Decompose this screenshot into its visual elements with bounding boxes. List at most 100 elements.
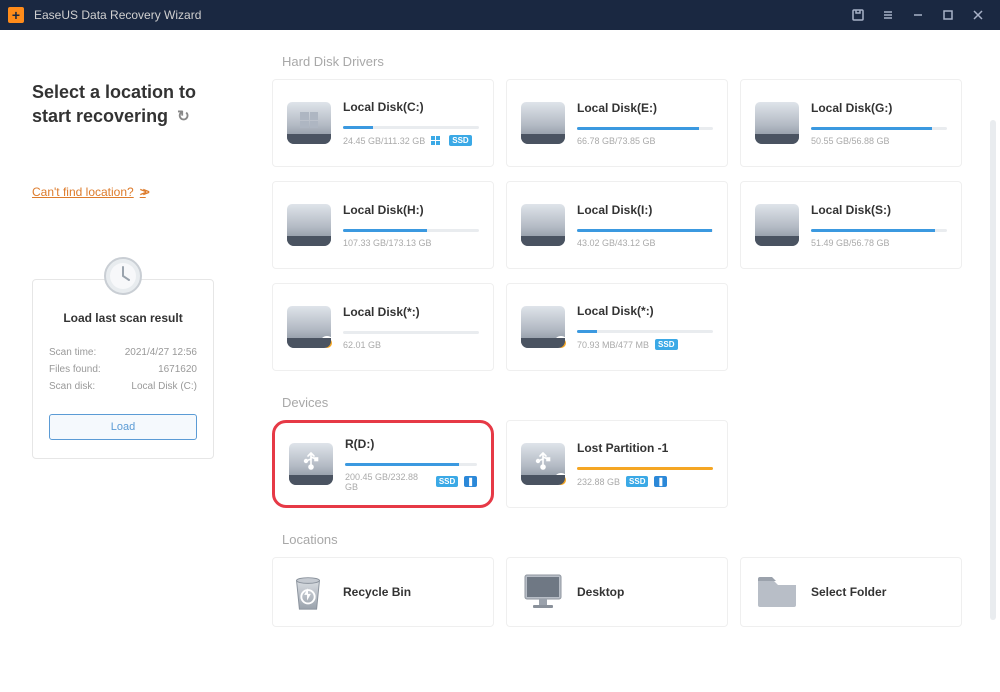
drive-size: 107.33 GB/173.13 GB: [343, 238, 432, 248]
load-row-value: 1671620: [158, 364, 197, 375]
maximize-icon[interactable]: [934, 3, 962, 27]
drive-name: Lost Partition -1: [577, 441, 713, 455]
scrollbar[interactable]: [990, 120, 996, 620]
section-title-drives: Hard Disk Drivers: [282, 54, 990, 69]
refresh-icon[interactable]: ↻: [177, 107, 190, 127]
drive-size: 70.93 MB/477 MB: [577, 340, 649, 350]
ext-badge: ❚: [654, 476, 667, 487]
hard-disk-icon: [521, 102, 565, 144]
load-row: Scan time: 2021/4/27 12:56: [49, 347, 197, 358]
drive-size: 24.45 GB/111.32 GB: [343, 136, 425, 146]
load-row: Files found: 1671620: [49, 364, 197, 375]
usage-bar: [343, 331, 479, 334]
location-tile[interactable]: Select Folder: [740, 557, 962, 627]
ssd-badge: SSD: [436, 476, 458, 487]
ssd-badge: SSD: [655, 339, 677, 350]
location-tile[interactable]: Recycle Bin: [272, 557, 494, 627]
menu-icon[interactable]: [874, 3, 902, 27]
drive-size: 51.49 GB/56.78 GB: [811, 238, 890, 248]
bin-icon: [287, 571, 331, 613]
drive-tile[interactable]: Local Disk(G:) 50.55 GB/56.88 GB: [740, 79, 962, 167]
usage-bar: [577, 229, 713, 232]
load-row-label: Files found:: [49, 364, 101, 375]
chevron-right-icon: >>: [140, 185, 146, 199]
drive-size: 66.78 GB/73.85 GB: [577, 136, 656, 146]
drive-size: 200.45 GB/232.88 GB: [345, 472, 430, 492]
content-area: Hard Disk Drivers Local Disk(C:) 24.45 G…: [256, 30, 1000, 692]
load-row-value: 2021/4/27 12:56: [125, 347, 197, 358]
location-name: Select Folder: [811, 585, 947, 599]
usage-bar: [343, 229, 479, 232]
sidebar: Select a location to start recovering ↻ …: [0, 30, 256, 692]
drive-name: Local Disk(E:): [577, 101, 713, 115]
drive-tile[interactable]: Lost Partition -1 232.88 GB SSD ❚: [506, 420, 728, 508]
clock-icon: [103, 256, 143, 296]
drive-tile[interactable]: Local Disk(*:) 62.01 GB: [272, 283, 494, 371]
drive-name: Local Disk(G:): [811, 101, 947, 115]
page-title: Select a location to start recovering ↻: [32, 80, 226, 129]
section-title-locations: Locations: [282, 532, 990, 547]
warning-badge-icon: [554, 473, 568, 487]
desk-icon: [521, 571, 565, 613]
save-icon[interactable]: [844, 3, 872, 27]
usage-bar: [343, 126, 479, 129]
drive-name: Local Disk(S:): [811, 203, 947, 217]
close-icon[interactable]: [964, 3, 992, 27]
hard-disk-icon: [287, 204, 331, 246]
drive-tile[interactable]: Local Disk(C:) 24.45 GB/111.32 GB SSD: [272, 79, 494, 167]
section-title-devices: Devices: [282, 395, 990, 410]
load-row-label: Scan disk:: [49, 381, 95, 392]
usage-bar: [811, 229, 947, 232]
drive-tile[interactable]: Local Disk(*:) 70.93 MB/477 MB SSD: [506, 283, 728, 371]
load-last-scan-card: Load last scan result Scan time: 2021/4/2…: [32, 279, 214, 459]
usage-bar: [811, 127, 947, 130]
drive-tile[interactable]: R(D:) 200.45 GB/232.88 GB SSD ❚: [272, 420, 494, 508]
ssd-badge: SSD: [626, 476, 648, 487]
warning-badge-icon: [320, 336, 334, 350]
hard-disk-icon: [287, 306, 331, 348]
titlebar: EaseUS Data Recovery Wizard: [0, 0, 1000, 30]
window-title: EaseUS Data Recovery Wizard: [34, 8, 844, 22]
drive-name: Local Disk(*:): [343, 305, 479, 319]
drive-size: 62.01 GB: [343, 340, 381, 350]
hard-disk-icon: [287, 102, 331, 144]
usb-drive-icon: [289, 443, 333, 485]
drive-tile[interactable]: Local Disk(I:) 43.02 GB/43.12 GB: [506, 181, 728, 269]
hard-disk-icon: [755, 102, 799, 144]
load-row-value: Local Disk (C:): [131, 381, 197, 392]
drive-tile[interactable]: Local Disk(H:) 107.33 GB/173.13 GB: [272, 181, 494, 269]
drive-size: 232.88 GB: [577, 477, 620, 487]
drive-name: Local Disk(*:): [577, 304, 713, 318]
load-row: Scan disk: Local Disk (C:): [49, 381, 197, 392]
windows-badge-icon: [431, 136, 440, 145]
usage-bar: [577, 330, 713, 333]
usage-bar: [345, 463, 477, 466]
drive-tile[interactable]: Local Disk(E:) 66.78 GB/73.85 GB: [506, 79, 728, 167]
hard-disk-icon: [521, 204, 565, 246]
app-logo-icon: [8, 7, 24, 23]
cant-find-location-link[interactable]: Can't find location?>>: [32, 185, 146, 199]
drive-size: 43.02 GB/43.12 GB: [577, 238, 656, 248]
drive-name: Local Disk(I:): [577, 203, 713, 217]
fold-icon: [755, 571, 799, 613]
minimize-icon[interactable]: [904, 3, 932, 27]
ssd-badge: SSD: [449, 135, 471, 146]
location-name: Recycle Bin: [343, 585, 479, 599]
drive-name: Local Disk(H:): [343, 203, 479, 217]
drive-name: Local Disk(C:): [343, 100, 479, 114]
location-tile[interactable]: Desktop: [506, 557, 728, 627]
load-button[interactable]: Load: [49, 414, 197, 440]
drive-tile[interactable]: Local Disk(S:) 51.49 GB/56.78 GB: [740, 181, 962, 269]
location-name: Desktop: [577, 585, 713, 599]
drive-name: R(D:): [345, 437, 477, 451]
hard-disk-icon: [755, 204, 799, 246]
load-card-title: Load last scan result: [49, 311, 197, 325]
drive-size: 50.55 GB/56.88 GB: [811, 136, 890, 146]
usb-drive-icon: [521, 443, 565, 485]
ext-badge: ❚: [464, 476, 477, 487]
usage-bar: [577, 127, 713, 130]
usage-bar: [577, 467, 713, 470]
load-row-label: Scan time:: [49, 347, 96, 358]
warning-badge-icon: [554, 336, 568, 350]
hard-disk-icon: [521, 306, 565, 348]
